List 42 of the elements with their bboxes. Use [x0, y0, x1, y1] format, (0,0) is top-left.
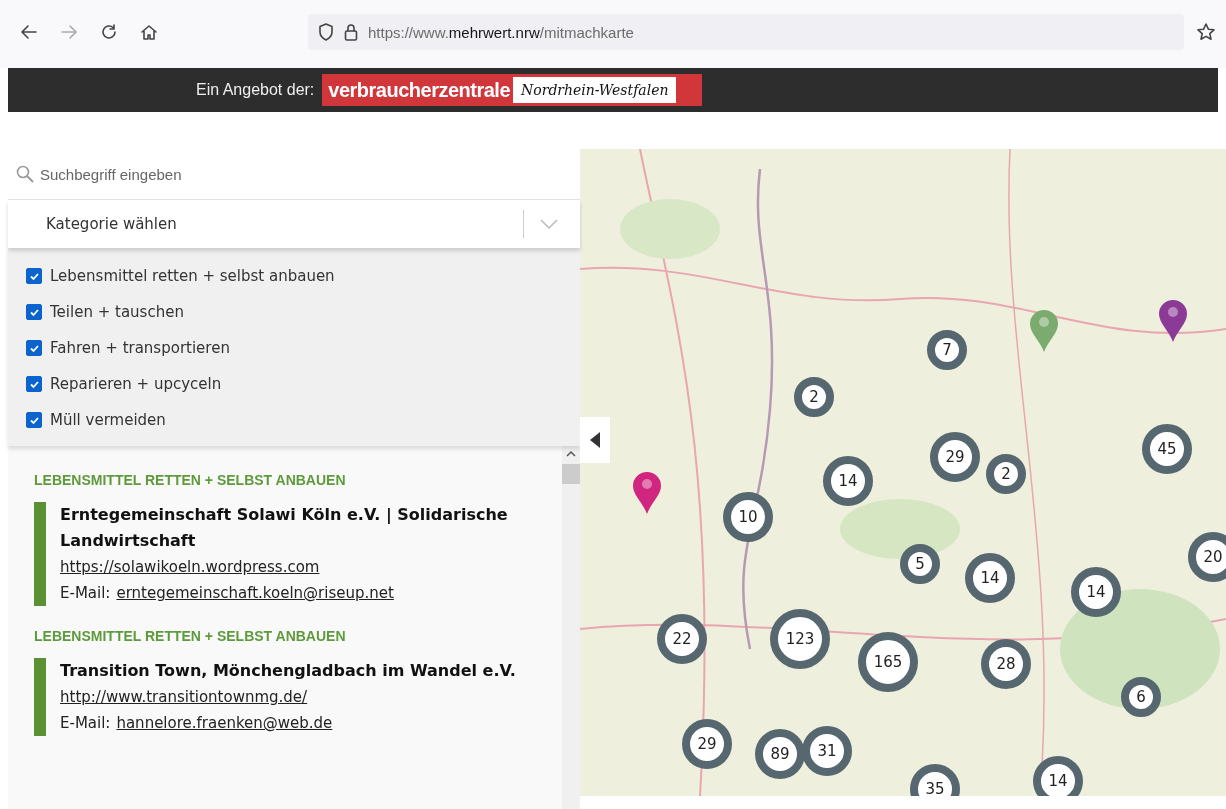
address-bar[interactable]: https://www.mehrwert.nrw/mitmachkarte: [308, 14, 1184, 50]
checkbox[interactable]: [26, 268, 42, 284]
checkbox-label[interactable]: Teilen + tauschen: [50, 303, 184, 321]
scrollbar[interactable]: [562, 446, 580, 809]
chevron-down-icon: [540, 219, 558, 229]
checkbox[interactable]: [26, 304, 42, 320]
checkbox-label[interactable]: Fahren + transportieren: [50, 339, 230, 357]
checkbox-label[interactable]: Reparieren + upcyceln: [50, 375, 222, 393]
website-link[interactable]: https://solawikoeln.wordpress.com: [60, 558, 320, 576]
reload-icon[interactable]: [100, 23, 118, 41]
home-icon[interactable]: [140, 23, 158, 41]
checkbox[interactable]: [26, 412, 42, 428]
checkbox[interactable]: [26, 340, 42, 356]
result-title: Transition Town, Mönchengladbach im Wandel e.V.: [60, 660, 517, 682]
website-link[interactable]: http://www.transitiontownmg.de/: [60, 688, 308, 706]
scroll-up-icon[interactable]: [566, 450, 576, 458]
lock-icon: [344, 23, 358, 41]
result-title: Erntegemeinschaft Solawi Köln e.V. | Solidarische Landwirtschaft: [60, 504, 509, 552]
map-placeholder[interactable]: 7 2 29 2 45 14 10 5 14 14 22 123 165 28 6 29 89 31 20 35 14: [580, 149, 1226, 796]
category-select[interactable]: Kategorie wählen: [8, 200, 580, 248]
category-heading: LEBENSMITTEL RETTEN + SELBST ANBAUEN: [34, 472, 347, 488]
back-icon[interactable]: [20, 23, 38, 41]
map-pin-icon[interactable]: [1158, 299, 1188, 343]
email-label: E-Mail:: [60, 713, 111, 734]
collapse-panel-button[interactable]: [580, 417, 610, 463]
checkbox-label[interactable]: Lebensmittel retten + selbst anbauen: [50, 267, 335, 285]
checkbox-label[interactable]: Müll vermeiden: [50, 411, 166, 429]
scrollbar-thumb[interactable]: [562, 464, 580, 484]
offer-label: Ein Angebot der:: [196, 81, 315, 99]
checkbox[interactable]: [26, 376, 42, 392]
triangle-left-icon: [589, 431, 601, 449]
email-link[interactable]: hannelore.fraenken@web.de: [116, 710, 333, 736]
map-pin-icon[interactable]: [632, 471, 662, 515]
email-link[interactable]: erntegemeinschaft.koeln@riseup.net: [116, 580, 394, 606]
category-heading: LEBENSMITTEL RETTEN + SELBST ANBAUEN: [34, 628, 347, 644]
bookmark-star-icon[interactable]: [1196, 22, 1216, 42]
shield-icon: [318, 23, 334, 41]
search-field[interactable]: Suchbegriff eingeben: [38, 164, 580, 184]
search-icon: [16, 165, 34, 183]
url-text: https://www.mehrwert.nrw/mitmachkarte: [368, 23, 634, 41]
logo[interactable]: verbraucherzentrale Nordrhein-Westfalen: [322, 74, 703, 106]
email-label: E-Mail:: [60, 583, 111, 604]
